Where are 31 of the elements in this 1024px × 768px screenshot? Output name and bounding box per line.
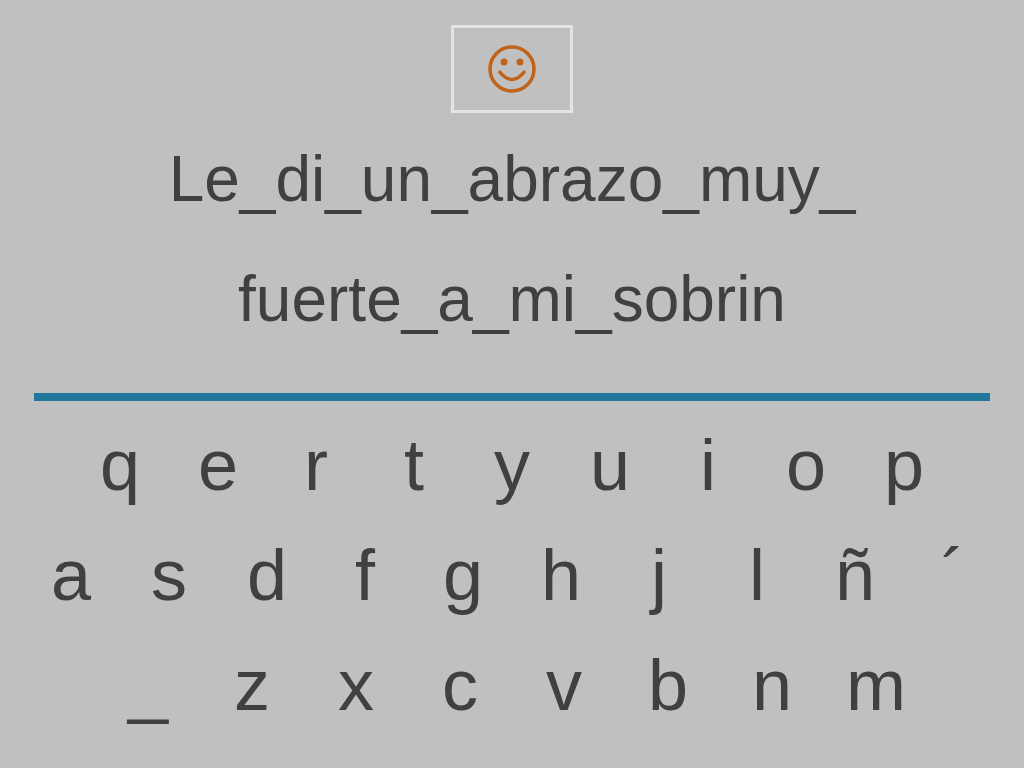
key-button[interactable]: _ (96, 630, 200, 740)
key-button[interactable]: l (708, 520, 806, 630)
key-button[interactable]: b (616, 630, 720, 740)
key-button[interactable]: x (304, 630, 408, 740)
key-button[interactable]: ñ (806, 520, 904, 630)
smiley-icon (487, 44, 537, 94)
key-button[interactable]: ´ (904, 520, 1002, 630)
key-button[interactable]: z (200, 630, 304, 740)
key-button[interactable]: i (659, 410, 757, 520)
key-button[interactable]: c (408, 630, 512, 740)
key-button[interactable]: e (169, 410, 267, 520)
key-button[interactable]: t (365, 410, 463, 520)
key-button[interactable]: f (316, 520, 414, 630)
key-button[interactable]: y (463, 410, 561, 520)
key-button[interactable]: q (71, 410, 169, 520)
key-button[interactable]: s (120, 520, 218, 630)
sentence-line: Le_di_un_abrazo_muy_ (168, 142, 856, 217)
sentence-line: fuerte_a_mi_sobrin (238, 262, 786, 337)
key-button[interactable]: r (267, 410, 365, 520)
key-button[interactable]: p (855, 410, 953, 520)
key-button[interactable]: n (720, 630, 824, 740)
key-button[interactable]: v (512, 630, 616, 740)
key-button[interactable]: d (218, 520, 316, 630)
key-button[interactable]: j (610, 520, 708, 630)
key-button[interactable]: u (561, 410, 659, 520)
key-button[interactable]: o (757, 410, 855, 520)
key-button[interactable]: h (512, 520, 610, 630)
smiley-button[interactable] (451, 25, 573, 113)
key-button[interactable]: a (22, 520, 120, 630)
key-button[interactable]: g (414, 520, 512, 630)
key-button[interactable]: m (824, 630, 928, 740)
